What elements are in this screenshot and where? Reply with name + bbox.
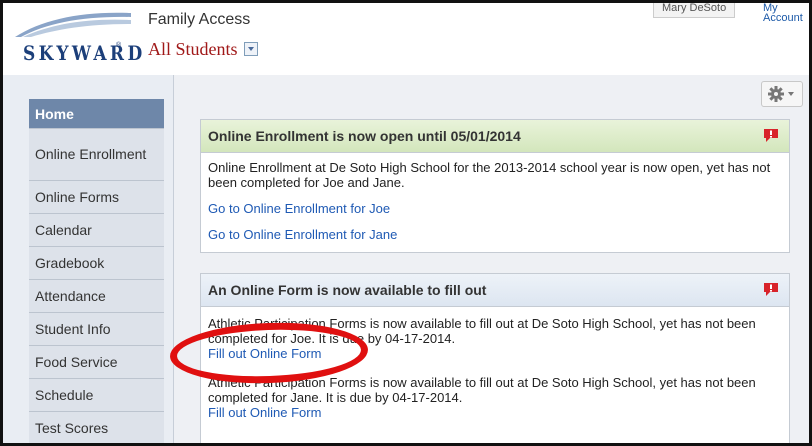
sidebar-item-schedule[interactable]: Schedule <box>29 379 164 412</box>
enrollment-link-joe[interactable]: Go to Online Enrollment for Joe <box>208 201 782 216</box>
online-forms-panel-title: An Online Form is now available to fill … <box>208 282 487 298</box>
student-selector[interactable]: All Students <box>148 39 258 60</box>
logo-swoosh-icon <box>15 12 131 37</box>
student-selector-label: All Students <box>148 39 238 59</box>
enrollment-panel-header: Online Enrollment is now open until 05/0… <box>201 120 789 153</box>
sidebar-item-online-enrollment[interactable]: Online Enrollment <box>29 129 164 181</box>
sidebar-item-gradebook[interactable]: Gradebook <box>29 247 164 280</box>
sidebar: Home Online Enrollment Online Forms Cale… <box>29 99 164 443</box>
skyward-logo[interactable]: SKYWARD ® <box>13 9 142 65</box>
enrollment-link-jane[interactable]: Go to Online Enrollment for Jane <box>208 227 782 242</box>
online-forms-panel-header: An Online Form is now available to fill … <box>201 274 789 307</box>
header: SKYWARD ® Family Access All Students Mar… <box>3 3 809 75</box>
settings-button[interactable] <box>761 81 803 107</box>
sidebar-item-student-info[interactable]: Student Info <box>29 313 164 346</box>
alert-icon[interactable] <box>762 127 780 143</box>
enrollment-panel-body: Online Enrollment at De Soto High School… <box>201 153 789 252</box>
sidebar-item-online-forms[interactable]: Online Forms <box>29 181 164 214</box>
enrollment-panel-title: Online Enrollment is now open until 05/0… <box>208 128 521 144</box>
alert-icon[interactable] <box>762 281 780 297</box>
chevron-down-icon[interactable] <box>243 41 258 56</box>
sidebar-item-food-service[interactable]: Food Service <box>29 346 164 379</box>
enrollment-message: Online Enrollment at De Soto High School… <box>208 160 771 190</box>
app-title: Family Access <box>148 11 251 28</box>
sidebar-item-home[interactable]: Home <box>29 99 164 129</box>
my-account-link[interactable]: My Account <box>755 3 809 24</box>
sidebar-item-test-scores[interactable]: Test Scores <box>29 412 164 443</box>
sidebar-item-attendance[interactable]: Attendance <box>29 280 164 313</box>
fill-out-form-link-jane[interactable]: Fill out Online Form <box>208 405 782 420</box>
gear-icon <box>768 86 794 102</box>
browser-frame: SKYWARD ® Family Access All Students Mar… <box>0 0 812 446</box>
registered-mark: ® <box>116 42 122 49</box>
logo-wordmark: SKYWARD <box>23 41 146 65</box>
sidebar-item-calendar[interactable]: Calendar <box>29 214 164 247</box>
enrollment-panel: Online Enrollment is now open until 05/0… <box>200 119 790 253</box>
user-name-tab[interactable]: Mary DeSoto <box>653 3 736 18</box>
